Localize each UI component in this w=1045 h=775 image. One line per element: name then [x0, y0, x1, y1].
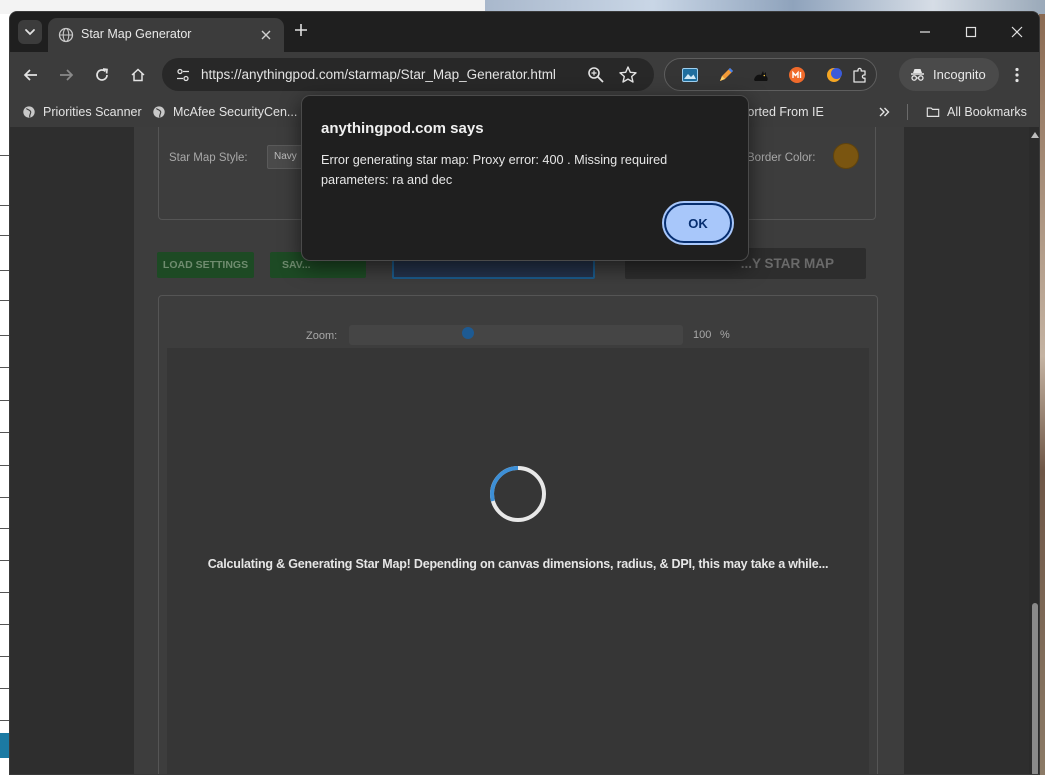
- arrow-right-icon: [60, 69, 74, 81]
- star-map-canvas: Calculating & Generating Star Map! Depen…: [167, 348, 869, 774]
- bookmark-mcafee[interactable]: McAfee SecurityCen...: [152, 102, 297, 122]
- page-gutter: [10, 127, 134, 774]
- new-tab-button[interactable]: [290, 21, 312, 43]
- bookmark-imported-from-ie[interactable]: ...orted From IE: [737, 102, 824, 122]
- close-icon: [1011, 26, 1023, 38]
- bookmark-label: ...orted From IE: [737, 105, 824, 119]
- page-gutter: [904, 127, 1029, 774]
- image-extension-icon[interactable]: [681, 66, 699, 84]
- close-icon: [261, 30, 271, 40]
- zoom-unit: %: [720, 329, 730, 341]
- puzzle-icon[interactable]: [851, 66, 869, 84]
- incognito-profile-button[interactable]: Incognito: [899, 58, 999, 91]
- more-vertical-icon: [1015, 67, 1019, 83]
- maximize-button[interactable]: [956, 20, 986, 44]
- tune-icon: [177, 68, 189, 82]
- tab-star-map-generator[interactable]: Star Map Generator: [48, 18, 284, 52]
- address-bar[interactable]: https://anythingpod.com/starmap/Star_Map…: [162, 58, 654, 91]
- load-settings-button[interactable]: LOAD SETTINGS: [157, 252, 254, 278]
- cat-extension-icon[interactable]: [752, 66, 770, 84]
- page-scrollbar[interactable]: [1029, 127, 1039, 774]
- globe-icon: [23, 106, 35, 118]
- minimize-icon: [920, 31, 930, 33]
- tab-search-button[interactable]: [18, 20, 42, 44]
- dialog-title: anythingpod.com says: [321, 120, 484, 137]
- tab-close-button[interactable]: [256, 25, 276, 45]
- background-taskbar-fragment: [0, 733, 9, 758]
- pencil-extension-icon[interactable]: [717, 66, 735, 84]
- globe-icon: [153, 106, 165, 118]
- tab-strip: Star Map Generator: [10, 12, 1039, 52]
- reload-button[interactable]: [89, 62, 115, 88]
- folder-icon: [926, 107, 940, 117]
- incognito-label: Incognito: [933, 67, 986, 82]
- close-window-button[interactable]: [1002, 20, 1032, 44]
- chevron-down-icon: [25, 29, 35, 36]
- border-color-picker[interactable]: [833, 143, 859, 169]
- preview-panel: Zoom: 100 % Calculating & Generating Sta…: [158, 295, 878, 774]
- tab-title: Star Map Generator: [81, 27, 192, 41]
- alert-dialog: anythingpod.com says Error generating st…: [301, 95, 749, 261]
- extensions-area: [664, 58, 877, 91]
- reload-icon: [96, 68, 108, 81]
- double-chevron-right-icon: [879, 107, 890, 117]
- browser-menu-button[interactable]: [1006, 62, 1028, 88]
- arrow-left-icon: [23, 69, 37, 81]
- dialog-message: Error generating star map: Proxy error: …: [321, 153, 668, 187]
- site-info-button[interactable]: [172, 64, 194, 86]
- scroll-up-arrow-icon[interactable]: [1031, 132, 1039, 138]
- bookmark-label: McAfee SecurityCen...: [173, 105, 298, 119]
- forward-button[interactable]: [53, 62, 79, 88]
- bookmarks-overflow-button[interactable]: [878, 102, 890, 122]
- loading-spinner-icon: [490, 466, 546, 522]
- incognito-icon: [911, 69, 924, 81]
- moon-extension-icon[interactable]: [825, 66, 843, 84]
- globe-icon: [58, 27, 74, 43]
- zoom-value: 100: [693, 329, 712, 341]
- zoom-icon[interactable]: [586, 65, 606, 85]
- zoom-slider-thumb[interactable]: [461, 327, 474, 339]
- plus-icon: [295, 24, 307, 36]
- bookmark-priorities-scanner[interactable]: Priorities Scanner: [22, 102, 142, 122]
- bookmark-label: All Bookmarks: [947, 105, 1027, 119]
- browser-toolbar: https://anythingpod.com/starmap/Star_Map…: [10, 52, 1039, 97]
- back-button[interactable]: [18, 62, 44, 88]
- maximize-icon: [965, 26, 977, 38]
- bookmark-label: Priorities Scanner: [43, 105, 142, 119]
- mi-extension-icon[interactable]: [788, 66, 806, 84]
- border-color-label: Border Color:: [747, 152, 816, 164]
- all-bookmarks-button[interactable]: All Bookmarks: [926, 102, 1027, 122]
- star-map-style-label: Star Map Style:: [169, 152, 248, 164]
- loading-message: Calculating & Generating Star Map! Depen…: [207, 557, 829, 571]
- minimize-button[interactable]: [910, 20, 940, 44]
- bookmark-star-icon[interactable]: [618, 65, 638, 85]
- browser-window: Star Map Generator https://anythingpod.c…: [9, 11, 1040, 775]
- scrollbar-thumb[interactable]: [1032, 603, 1038, 774]
- url-text: https://anythingpod.com/starmap/Star_Map…: [201, 67, 556, 82]
- home-button[interactable]: [125, 62, 151, 88]
- zoom-label: Zoom:: [306, 330, 338, 342]
- zoom-slider[interactable]: [349, 325, 683, 345]
- home-icon: [131, 68, 145, 82]
- bookmarks-separator: [907, 104, 908, 120]
- ok-button[interactable]: OK: [664, 203, 732, 243]
